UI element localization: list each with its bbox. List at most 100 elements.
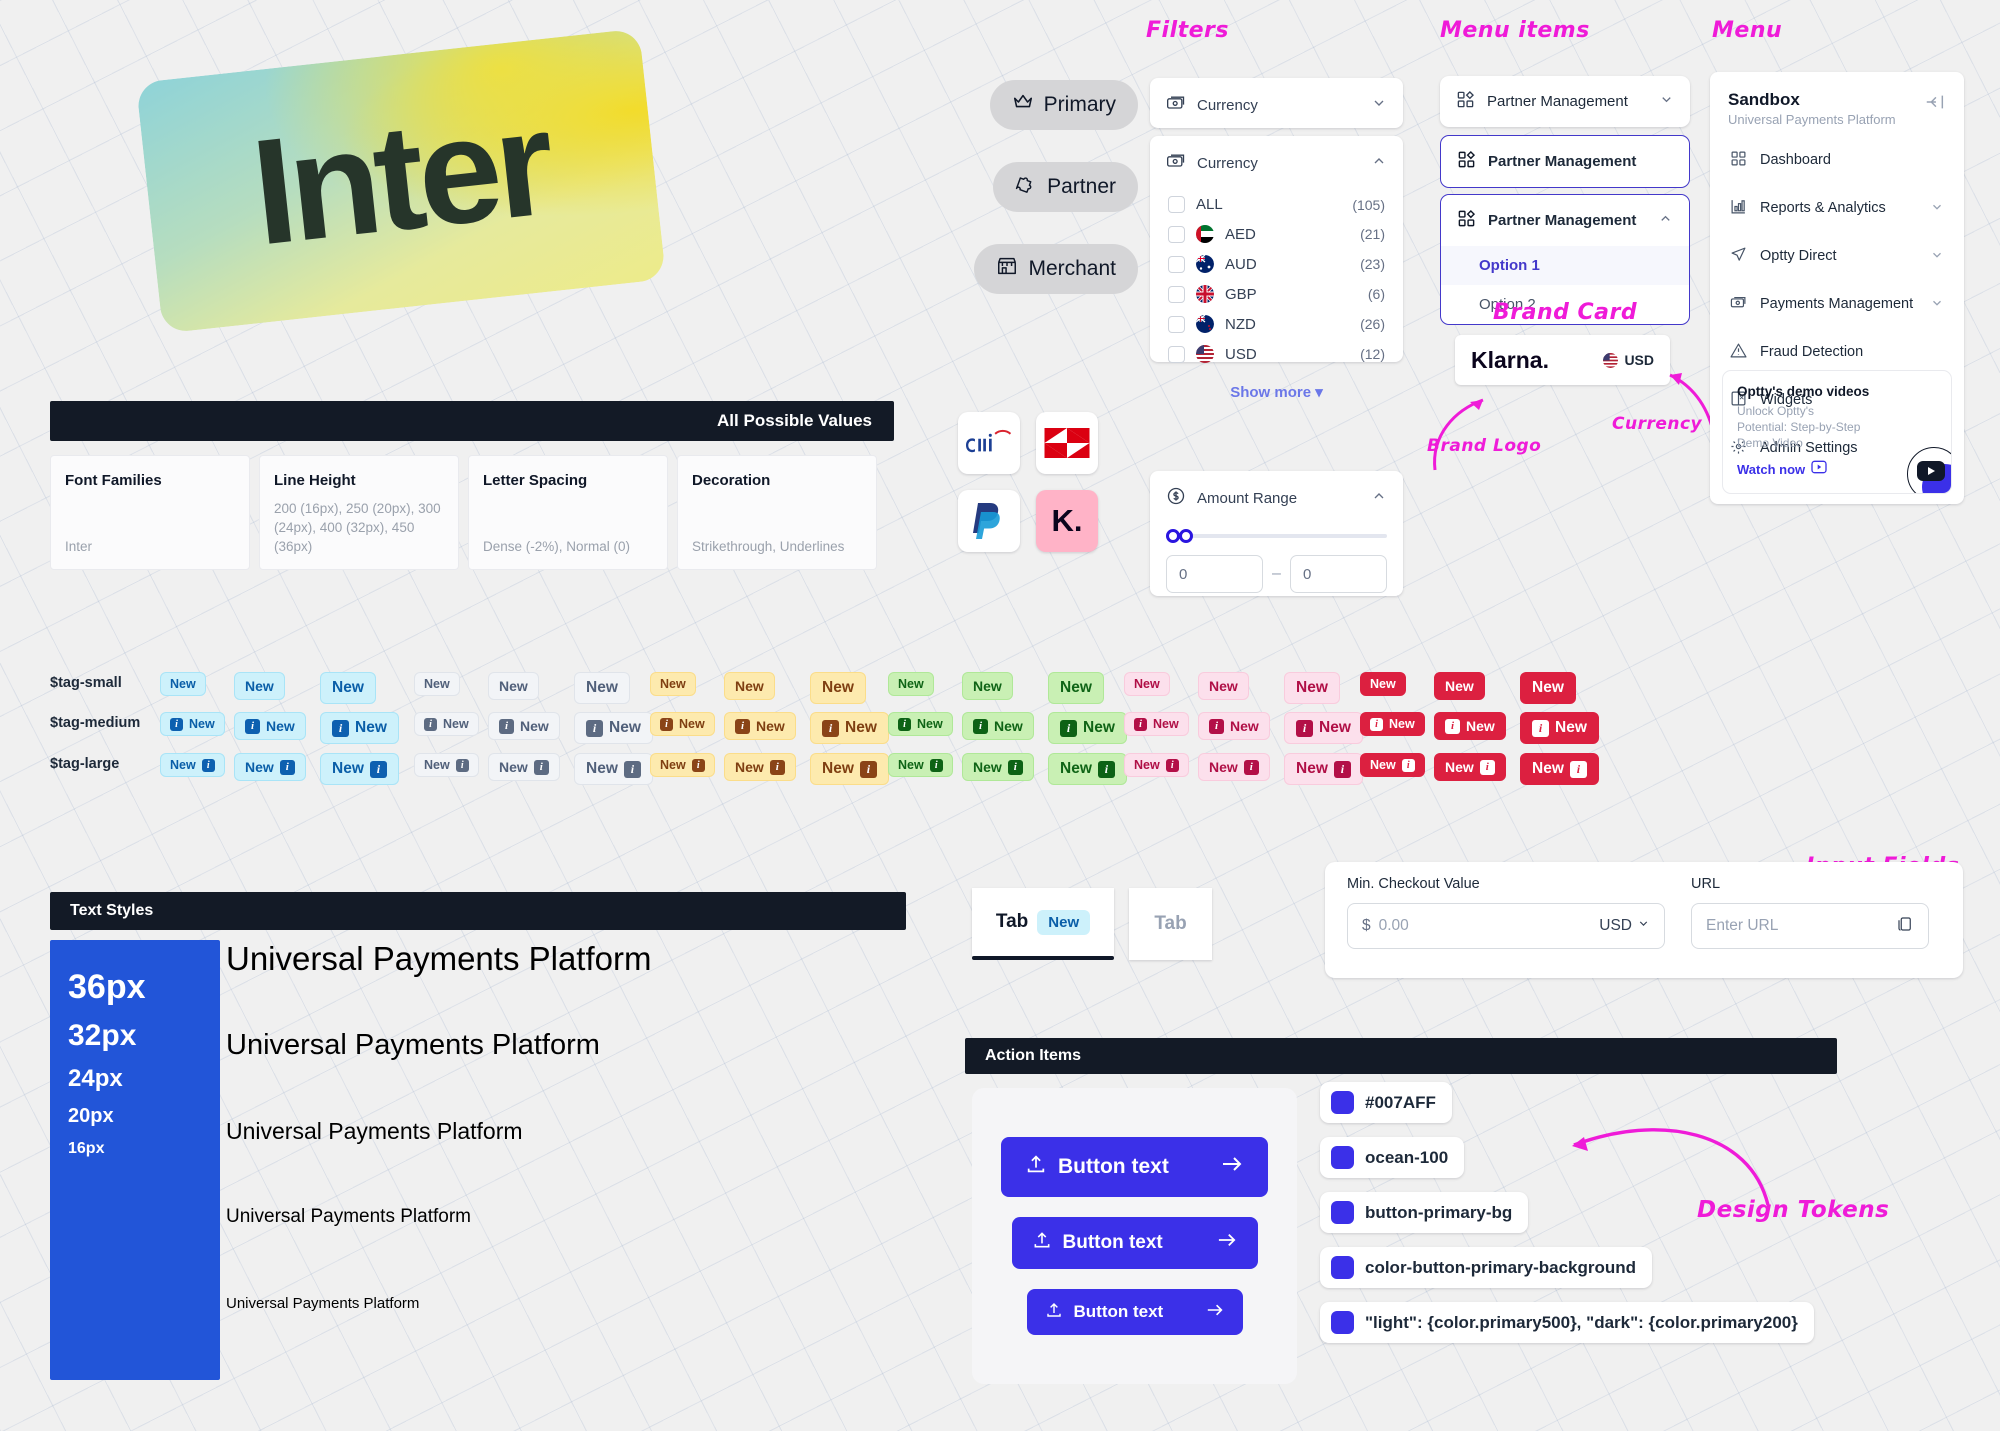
range-max-input[interactable]: 0 (1289, 555, 1387, 593)
tag-pink-m[interactable]: New i (1198, 753, 1270, 781)
tag-green-m[interactable]: New (962, 672, 1013, 700)
tag-amber-m[interactable]: New (724, 672, 775, 700)
tag-green-m[interactable]: i New (962, 712, 1034, 740)
chip-partner[interactable]: Partner (993, 162, 1138, 212)
chevron-down-icon[interactable] (1930, 248, 1944, 265)
sidebar-item-dashboard[interactable]: Dashboard (1710, 141, 1964, 179)
checkbox[interactable] (1168, 255, 1185, 273)
filter-option-row[interactable]: USD (12) (1150, 339, 1403, 369)
tag-red-m[interactable]: New (1434, 672, 1485, 700)
menu-item-expanded-header[interactable]: Partner Management (1441, 195, 1689, 246)
tag-grey-l[interactable]: i New (574, 712, 653, 744)
tag-amber-s[interactable]: i New (650, 712, 715, 736)
tag-amber-m[interactable]: i New (724, 712, 796, 740)
tag-pink-s[interactable]: i New (1124, 712, 1189, 736)
tag-pink-l[interactable]: New (1284, 672, 1340, 704)
chevron-down-icon[interactable] (1659, 92, 1674, 111)
tag-red-m[interactable]: New i (1434, 753, 1506, 781)
filter-header[interactable]: Amount Range (1150, 471, 1403, 525)
tag-cyan-m[interactable]: i New (234, 712, 306, 740)
show-more-button[interactable]: Show more ▾ (1150, 369, 1403, 417)
copy-icon[interactable] (1896, 915, 1914, 938)
tag-grey-m[interactable]: New i (488, 753, 560, 781)
range-slider[interactable] (1166, 529, 1387, 543)
filter-option-row[interactable]: AED (21) (1150, 219, 1403, 249)
filter-option-row[interactable]: GBP (6) (1150, 279, 1403, 309)
tag-amber-s[interactable]: New (650, 672, 696, 696)
tag-grey-l[interactable]: New i (574, 753, 653, 785)
upload-button-small[interactable]: Button text (1026, 1289, 1243, 1335)
url-input[interactable]: Enter URL (1691, 903, 1929, 949)
design-token-item[interactable]: ocean-100 (1320, 1137, 1465, 1178)
checkbox[interactable] (1168, 345, 1185, 363)
filter-header[interactable]: Currency (1150, 136, 1403, 190)
tag-red-l[interactable]: New i (1520, 753, 1599, 785)
chevron-up-icon[interactable] (1658, 211, 1673, 230)
tag-pink-s[interactable]: New i (1124, 753, 1189, 777)
brand-logo-hsbc[interactable] (1036, 412, 1098, 474)
brand-logo-citi[interactable] (958, 412, 1020, 474)
checkbox[interactable] (1168, 285, 1185, 303)
tag-red-s[interactable]: New i (1360, 753, 1425, 777)
sidebar-item-fraud-detection[interactable]: Fraud Detection (1710, 333, 1964, 371)
chevron-up-icon[interactable] (1371, 488, 1387, 508)
chevron-down-icon[interactable] (1371, 95, 1387, 115)
brand-logo-klarna[interactable]: K. (1036, 490, 1098, 552)
tab-inactive[interactable]: Tab (1129, 888, 1212, 960)
slider-handle-min[interactable] (1166, 529, 1180, 543)
design-token-item[interactable]: button-primary-bg (1320, 1192, 1529, 1233)
tab-active[interactable]: Tab New (972, 888, 1114, 956)
tag-cyan-l[interactable]: New (320, 672, 376, 704)
sidebar-item-payments-management[interactable]: Payments Management (1710, 285, 1964, 323)
tag-amber-l[interactable]: New (810, 672, 866, 704)
tag-cyan-s[interactable]: New i (160, 753, 225, 777)
sidebar-item-optty-direct[interactable]: Optty Direct (1710, 237, 1964, 275)
tag-cyan-m[interactable]: New i (234, 753, 306, 781)
tag-green-l[interactable]: i New (1048, 712, 1127, 744)
tag-red-m[interactable]: i New (1434, 712, 1506, 740)
tag-pink-l[interactable]: i New (1284, 712, 1363, 744)
upload-button-large[interactable]: Button text (1001, 1137, 1268, 1197)
tag-grey-m[interactable]: i New (488, 712, 560, 740)
tag-pink-s[interactable]: New (1124, 672, 1170, 696)
collapse-left-icon[interactable] (1924, 94, 1946, 115)
menu-item-default[interactable]: Partner Management (1440, 76, 1690, 127)
sidebar-item-reports-analytics[interactable]: Reports & Analytics (1710, 189, 1964, 227)
checkbox[interactable] (1168, 315, 1185, 333)
tag-cyan-m[interactable]: New (234, 672, 285, 700)
tag-green-m[interactable]: New i (962, 753, 1034, 781)
menu-item-selected[interactable]: Partner Management (1440, 135, 1690, 188)
filter-currency-collapsed[interactable]: Currency (1150, 78, 1403, 128)
tag-red-l[interactable]: New (1520, 672, 1576, 704)
checkbox[interactable] (1168, 196, 1185, 213)
design-token-item[interactable]: #007AFF (1320, 1082, 1452, 1123)
checkbox[interactable] (1168, 225, 1185, 243)
design-token-item[interactable]: "light": {color.primary500}, "dark": {co… (1320, 1302, 1814, 1343)
range-min-input[interactable]: 0 (1166, 555, 1264, 593)
tag-grey-m[interactable]: New (488, 672, 539, 700)
tag-green-l[interactable]: New (1048, 672, 1104, 704)
chip-merchant[interactable]: Merchant (974, 244, 1138, 294)
slider-handle-max[interactable] (1179, 529, 1193, 543)
tag-cyan-l[interactable]: i New (320, 712, 399, 744)
tag-green-s[interactable]: i New (888, 712, 953, 736)
tag-pink-m[interactable]: New (1198, 672, 1249, 700)
tag-cyan-l[interactable]: New i (320, 753, 399, 785)
tag-amber-l[interactable]: New i (810, 753, 889, 785)
tag-grey-l[interactable]: New (574, 672, 630, 704)
filter-option-row[interactable]: ALL (105) (1150, 190, 1403, 219)
tag-red-s[interactable]: i New (1360, 712, 1425, 736)
menu-option-1[interactable]: Option 1 (1441, 246, 1689, 285)
filter-option-row[interactable]: NZD (26) (1150, 309, 1403, 339)
tag-cyan-s[interactable]: i New (160, 712, 225, 736)
chevron-down-icon[interactable] (1930, 296, 1944, 313)
brand-logo-paypal[interactable] (958, 490, 1020, 552)
filter-option-row[interactable]: AUD (23) (1150, 249, 1403, 279)
tag-grey-s[interactable]: i New (414, 712, 479, 736)
demo-video-promo[interactable]: Optty's demo videos Unlock Optty's Poten… (1722, 370, 1952, 494)
tag-green-s[interactable]: New (888, 672, 934, 696)
chevron-down-icon[interactable] (1930, 200, 1944, 217)
min-checkout-input[interactable]: $ 0.00 USD (1347, 903, 1665, 949)
currency-select[interactable]: USD (1599, 917, 1650, 935)
tag-cyan-s[interactable]: New (160, 672, 206, 696)
